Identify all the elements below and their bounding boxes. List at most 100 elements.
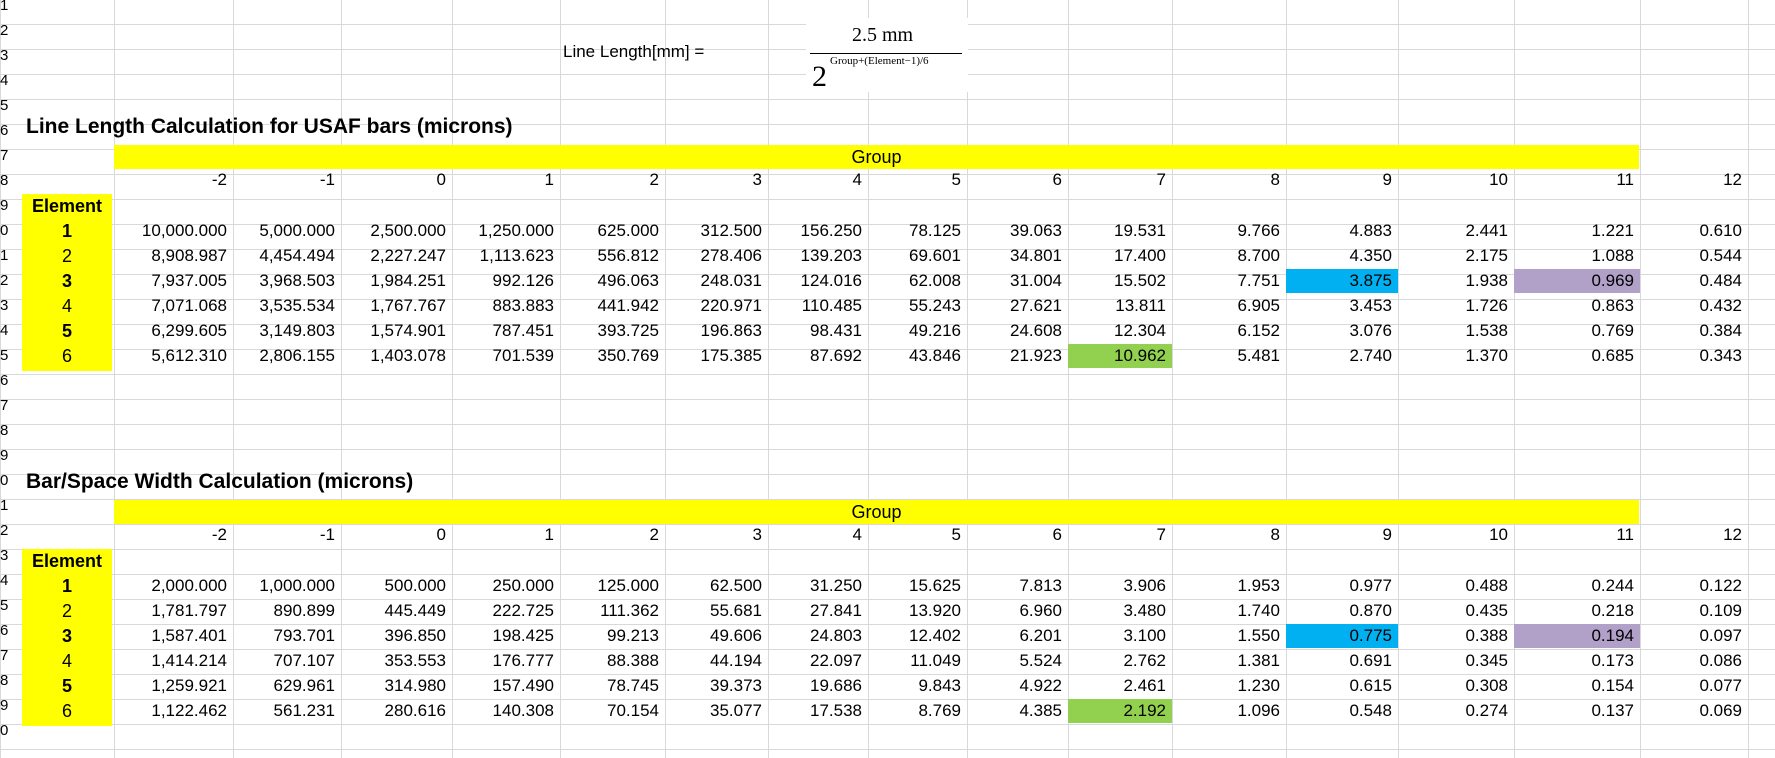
table-cell[interactable]: 0.137: [1514, 699, 1640, 723]
table-cell[interactable]: 393.725: [560, 319, 665, 343]
table-cell[interactable]: 88.388: [560, 649, 665, 673]
table-cell[interactable]: 44.194: [665, 649, 768, 673]
table-cell[interactable]: 43.846: [868, 344, 967, 368]
row-number[interactable]: 5: [0, 343, 10, 368]
table-cell[interactable]: 1,113.623: [452, 244, 560, 268]
table-cell[interactable]: 39.373: [665, 674, 768, 698]
table-cell[interactable]: 1,587.401: [114, 624, 233, 648]
table-cell[interactable]: 7.813: [967, 574, 1068, 598]
row-number[interactable]: 1: [0, 243, 10, 268]
table-cell[interactable]: 0.077: [1640, 674, 1748, 698]
table-cell[interactable]: 0.069: [1640, 699, 1748, 723]
table-cell[interactable]: 0.345: [1398, 649, 1514, 673]
table-cell[interactable]: 24.803: [768, 624, 868, 648]
table-cell[interactable]: 39.063: [967, 219, 1068, 243]
table-cell[interactable]: 396.850: [341, 624, 452, 648]
table-cell[interactable]: 0.863: [1514, 294, 1640, 318]
table-cell[interactable]: 0.548: [1286, 699, 1398, 723]
table-cell[interactable]: 0.154: [1514, 674, 1640, 698]
table-cell[interactable]: 22.097: [768, 649, 868, 673]
table-cell[interactable]: 1,000.000: [233, 574, 341, 598]
table-cell[interactable]: 0.544: [1640, 244, 1748, 268]
table-cell[interactable]: 31.250: [768, 574, 868, 598]
table-cell[interactable]: 17.538: [768, 699, 868, 723]
row-number[interactable]: 8: [0, 168, 10, 193]
row-number[interactable]: 9: [0, 693, 10, 718]
table-cell[interactable]: 11.049: [868, 649, 967, 673]
table-cell[interactable]: 629.961: [233, 674, 341, 698]
table-cell[interactable]: 157.490: [452, 674, 560, 698]
table-cell[interactable]: 6.201: [967, 624, 1068, 648]
table-cell[interactable]: 350.769: [560, 344, 665, 368]
row-number[interactable]: 8: [0, 418, 10, 443]
table-cell[interactable]: 55.243: [868, 294, 967, 318]
table-cell[interactable]: 175.385: [665, 344, 768, 368]
table-cell[interactable]: 278.406: [665, 244, 768, 268]
table-cell[interactable]: 222.725: [452, 599, 560, 623]
table-cell[interactable]: 1,781.797: [114, 599, 233, 623]
row-number[interactable]: 8: [0, 668, 10, 693]
table-cell[interactable]: 500.000: [341, 574, 452, 598]
table-cell[interactable]: 156.250: [768, 219, 868, 243]
table-cell[interactable]: 1.230: [1172, 674, 1286, 698]
table-cell[interactable]: 13.920: [868, 599, 967, 623]
table-cell[interactable]: 1.740: [1172, 599, 1286, 623]
table-cell[interactable]: 1.088: [1514, 244, 1640, 268]
table-cell[interactable]: 27.841: [768, 599, 868, 623]
table-cell[interactable]: 4.385: [967, 699, 1068, 723]
table-cell[interactable]: 0.615: [1286, 674, 1398, 698]
table-cell[interactable]: 248.031: [665, 269, 768, 293]
table-cell[interactable]: 15.502: [1068, 269, 1172, 293]
table-cell[interactable]: 7.751: [1172, 269, 1286, 293]
table-cell[interactable]: 1.096: [1172, 699, 1286, 723]
table-cell[interactable]: 2.175: [1398, 244, 1514, 268]
table-cell[interactable]: 220.971: [665, 294, 768, 318]
table-cell[interactable]: 0.194: [1514, 624, 1640, 648]
table-cell[interactable]: 0.432: [1640, 294, 1748, 318]
table-cell[interactable]: 2,500.000: [341, 219, 452, 243]
table-cell[interactable]: 0.274: [1398, 699, 1514, 723]
table-cell[interactable]: 9.843: [868, 674, 967, 698]
table-cell[interactable]: 4.883: [1286, 219, 1398, 243]
table-cell[interactable]: 1,767.767: [341, 294, 452, 318]
table-cell[interactable]: 793.701: [233, 624, 341, 648]
row-number[interactable]: 5: [0, 93, 10, 118]
table-cell[interactable]: 0.109: [1640, 599, 1748, 623]
table-cell[interactable]: 62.008: [868, 269, 967, 293]
table-cell[interactable]: 3.875: [1286, 269, 1398, 293]
table-cell[interactable]: 3.100: [1068, 624, 1172, 648]
table-cell[interactable]: 5,000.000: [233, 219, 341, 243]
table-cell[interactable]: 0.610: [1640, 219, 1748, 243]
table-cell[interactable]: 6.960: [967, 599, 1068, 623]
table-cell[interactable]: 5,612.310: [114, 344, 233, 368]
table-cell[interactable]: 3,149.803: [233, 319, 341, 343]
table-cell[interactable]: 8,908.987: [114, 244, 233, 268]
table-cell[interactable]: 17.400: [1068, 244, 1172, 268]
table-cell[interactable]: 1,574.901: [341, 319, 452, 343]
table-cell[interactable]: 196.863: [665, 319, 768, 343]
table-cell[interactable]: 890.899: [233, 599, 341, 623]
table-cell[interactable]: 0.691: [1286, 649, 1398, 673]
table-cell[interactable]: 139.203: [768, 244, 868, 268]
table-cell[interactable]: 0.484: [1640, 269, 1748, 293]
table-cell[interactable]: 3,535.534: [233, 294, 341, 318]
row-number[interactable]: 7: [0, 393, 10, 418]
row-number[interactable]: 3: [0, 293, 10, 318]
table-cell[interactable]: 6.905: [1172, 294, 1286, 318]
table-cell[interactable]: 5.524: [967, 649, 1068, 673]
row-number[interactable]: 0: [0, 718, 10, 743]
table-cell[interactable]: 1,250.000: [452, 219, 560, 243]
row-number[interactable]: 6: [0, 118, 10, 143]
table-cell[interactable]: 2.461: [1068, 674, 1172, 698]
row-number[interactable]: 7: [0, 143, 10, 168]
table-cell[interactable]: 353.553: [341, 649, 452, 673]
table-cell[interactable]: 110.485: [768, 294, 868, 318]
table-cell[interactable]: 1.221: [1514, 219, 1640, 243]
table-cell[interactable]: 4.922: [967, 674, 1068, 698]
table-cell[interactable]: 1,984.251: [341, 269, 452, 293]
table-cell[interactable]: 0.244: [1514, 574, 1640, 598]
table-cell[interactable]: 561.231: [233, 699, 341, 723]
table-cell[interactable]: 35.077: [665, 699, 768, 723]
table-cell[interactable]: 0.769: [1514, 319, 1640, 343]
table-cell[interactable]: 4,454.494: [233, 244, 341, 268]
